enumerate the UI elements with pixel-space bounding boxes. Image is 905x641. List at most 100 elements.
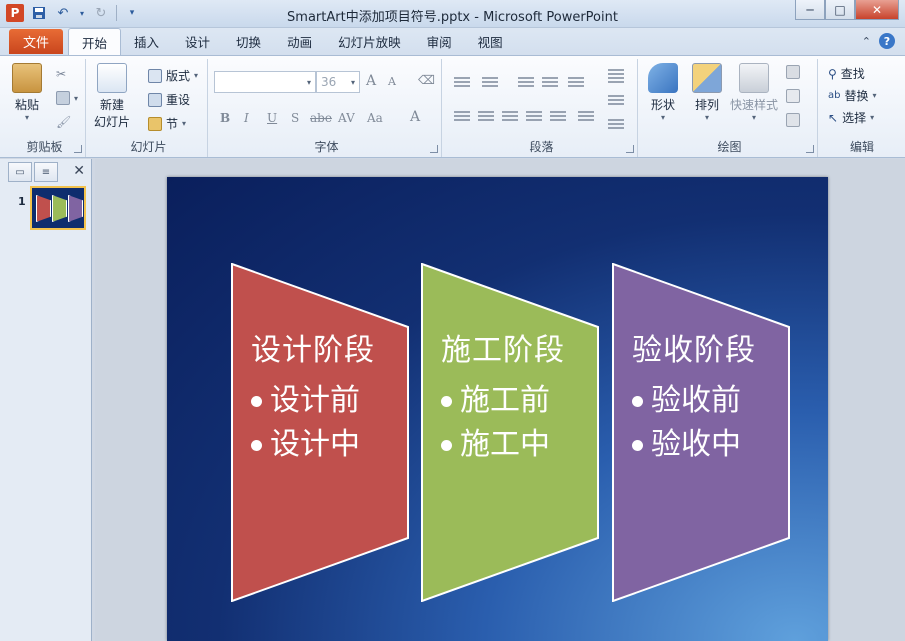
ribbon-tab-row: 文件 开始 插入 设计 切换 动画 幻灯片放映 审阅 视图 ⌃ ? xyxy=(0,28,905,56)
title-bar: P ↶ ▾ ↻ ▾ SmartArt中添加项目符号.pptx - Microso… xyxy=(0,0,905,28)
copy-button[interactable]: ▾ xyxy=(56,91,78,105)
minimize-ribbon-icon[interactable]: ⌃ xyxy=(862,35,871,48)
cursor-icon: ↖ xyxy=(828,110,839,125)
replace-button[interactable]: ab 替换 ▾ xyxy=(828,87,877,104)
grow-font-button[interactable]: A xyxy=(366,73,376,89)
reset-label: 重设 xyxy=(166,93,191,107)
italic-button[interactable]: I xyxy=(244,111,249,125)
ribbon-tabs: 开始 插入 设计 切换 动画 幻灯片放映 审阅 视图 xyxy=(68,28,516,56)
fill-bucket-icon xyxy=(786,65,800,79)
drawing-launcher-icon[interactable] xyxy=(806,145,814,153)
panel-bullet-list: 设计前 设计中 xyxy=(251,379,360,467)
slide-canvas[interactable]: 设计阶段 设计前 设计中 施工阶段 施工前 施工中 验收阶段 验收前 验收中 xyxy=(167,177,828,641)
strikethrough-button[interactable]: abe xyxy=(310,111,332,125)
layout-button[interactable]: 版式 ▾ xyxy=(148,67,198,84)
distributed-icon[interactable] xyxy=(550,111,566,123)
close-button[interactable]: ✕ xyxy=(855,0,899,20)
slides-group: 新建 幻灯片 版式 ▾ 重设 节 ▾ 幻灯片 xyxy=(90,59,208,157)
arrange-label: 排列 xyxy=(694,98,719,112)
quick-styles-button[interactable]: 快速样式 ▾ xyxy=(730,63,778,122)
bullet-dot-icon xyxy=(632,395,643,407)
font-size-select[interactable]: 36 ▾ xyxy=(316,71,360,93)
slide-thumbnail[interactable] xyxy=(30,186,86,230)
font-launcher-icon[interactable] xyxy=(430,145,438,153)
copy-dropdown-icon[interactable]: ▾ xyxy=(74,94,78,103)
tab-insert[interactable]: 插入 xyxy=(121,28,172,55)
shape-effects-button[interactable] xyxy=(786,113,800,127)
new-slide-icon xyxy=(97,63,127,93)
maximize-button[interactable]: □ xyxy=(825,0,855,20)
layout-icon xyxy=(148,68,162,83)
smartart-shape-design[interactable]: 设计阶段 设计前 设计中 xyxy=(231,263,409,602)
font-size-dropdown-icon: ▾ xyxy=(350,77,355,87)
underline-button[interactable]: U xyxy=(267,111,277,125)
paste-dropdown-icon[interactable]: ▾ xyxy=(25,113,29,122)
cut-button[interactable]: ✂ xyxy=(56,67,66,81)
paragraph-launcher-icon[interactable] xyxy=(626,145,634,153)
find-button[interactable]: ⚲ 查找 xyxy=(828,65,865,82)
align-left-icon[interactable] xyxy=(454,111,470,123)
line-spacing-icon[interactable] xyxy=(568,77,584,89)
clear-formatting-icon[interactable]: ⌫ xyxy=(418,73,435,87)
font-name-select[interactable]: ▾ xyxy=(214,71,316,93)
layout-dropdown-icon: ▾ xyxy=(194,71,199,80)
tab-design[interactable]: 设计 xyxy=(172,28,223,55)
tab-home[interactable]: 开始 xyxy=(68,28,122,56)
font-group: ▾ 36 ▾ A A ⌫ B I U S abe AV Aa A 字体 xyxy=(212,59,442,157)
section-button[interactable]: 节 ▾ xyxy=(148,115,186,132)
justify-icon[interactable] xyxy=(526,111,542,123)
bullet-dot-icon xyxy=(251,439,262,451)
tab-transitions[interactable]: 切换 xyxy=(223,28,274,55)
text-direction-icon[interactable] xyxy=(608,69,624,85)
shape-outline-button[interactable] xyxy=(786,89,800,103)
paste-icon xyxy=(12,63,42,93)
bullet-text: 验收前 xyxy=(651,383,741,418)
smartart-shape-construction[interactable]: 施工阶段 施工前 施工中 xyxy=(421,263,599,602)
ribbon: 粘贴 ▾ ✂ ▾ 🖌 剪贴板 新建 幻灯片 版式 ▾ 重设 节 ▾ 幻灯片 ▾ 36… xyxy=(0,55,905,158)
thumb-shape-1 xyxy=(36,195,51,222)
shapes-button[interactable]: 形状 ▾ xyxy=(648,63,678,122)
character-spacing-button[interactable]: AV xyxy=(338,111,355,125)
align-center-icon[interactable] xyxy=(478,111,494,123)
bold-button[interactable]: B xyxy=(220,111,230,125)
format-painter-button[interactable]: 🖌 xyxy=(56,115,71,129)
minimize-button[interactable]: ─ xyxy=(795,0,825,20)
tab-view[interactable]: 视图 xyxy=(465,28,516,55)
shape-fill-button[interactable] xyxy=(786,65,800,79)
arrange-button[interactable]: 排列 ▾ xyxy=(692,63,722,122)
copy-icon xyxy=(56,91,70,105)
shapes-icon xyxy=(648,63,678,93)
paste-button[interactable]: 粘贴 ▾ xyxy=(12,63,42,122)
bullets-icon[interactable] xyxy=(454,77,470,89)
change-case-button[interactable]: Aa xyxy=(367,111,383,125)
bullet-item: 设计中 xyxy=(251,423,360,467)
tab-file[interactable]: 文件 xyxy=(9,29,63,54)
select-button[interactable]: ↖ 选择 ▾ xyxy=(828,109,874,126)
increase-indent-icon[interactable] xyxy=(542,77,558,89)
new-slide-label-2: 幻灯片 xyxy=(94,115,131,129)
slides-tab[interactable]: ▭ xyxy=(8,162,32,182)
columns-icon[interactable] xyxy=(578,111,594,123)
help-icon[interactable]: ? xyxy=(879,33,895,49)
reset-button[interactable]: 重设 xyxy=(148,91,190,108)
font-color-button[interactable]: A xyxy=(410,109,420,125)
close-pane-icon[interactable]: ✕ xyxy=(73,163,85,179)
panel-title: 设计阶段 xyxy=(251,333,375,368)
tab-slideshow[interactable]: 幻灯片放映 xyxy=(325,28,414,55)
text-shadow-button[interactable]: S xyxy=(291,111,299,125)
clipboard-launcher-icon[interactable] xyxy=(74,145,82,153)
font-size-value: 36 xyxy=(321,75,337,89)
tab-review[interactable]: 审阅 xyxy=(414,28,465,55)
binoculars-icon: ⚲ xyxy=(828,66,837,81)
decrease-indent-icon[interactable] xyxy=(518,77,534,89)
convert-smartart-icon[interactable] xyxy=(608,119,624,131)
shrink-font-button[interactable]: A xyxy=(388,75,396,88)
align-right-icon[interactable] xyxy=(502,111,518,123)
align-text-icon[interactable] xyxy=(608,95,624,107)
new-slide-button[interactable]: 新建 幻灯片 xyxy=(94,63,130,130)
thumb-shape-2 xyxy=(52,195,67,222)
tab-animations[interactable]: 动画 xyxy=(274,28,325,55)
smartart-shape-acceptance[interactable]: 验收阶段 验收前 验收中 xyxy=(612,263,790,602)
outline-tab[interactable]: ≡ xyxy=(34,162,58,182)
numbering-icon[interactable] xyxy=(482,77,498,89)
